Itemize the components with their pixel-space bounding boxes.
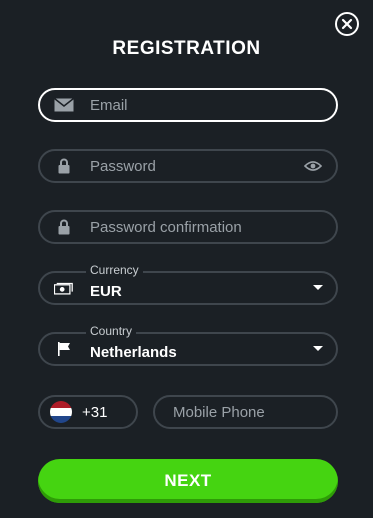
- chevron-down-icon: [312, 284, 324, 292]
- password-input[interactable]: [90, 157, 304, 175]
- country-value: Netherlands: [90, 343, 177, 361]
- money-icon: [54, 280, 74, 296]
- mobile-phone-input[interactable]: [155, 403, 336, 421]
- phone-code-select[interactable]: +31: [38, 395, 138, 429]
- email-field[interactable]: [38, 88, 338, 122]
- password-field[interactable]: [38, 149, 338, 183]
- netherlands-flag-icon: [50, 401, 72, 423]
- page-title: REGISTRATION: [112, 38, 261, 59]
- envelope-icon: [54, 97, 74, 113]
- currency-select[interactable]: Currency EUR: [38, 263, 338, 305]
- lock-icon: [54, 158, 74, 174]
- chevron-down-icon: [312, 345, 324, 353]
- flag-icon: [54, 341, 74, 357]
- mobile-phone-field[interactable]: [153, 395, 338, 429]
- close-icon: [341, 18, 353, 30]
- password-confirmation-input[interactable]: [90, 218, 336, 236]
- password-confirmation-field[interactable]: [38, 210, 338, 244]
- currency-label: Currency: [86, 263, 143, 277]
- close-button[interactable]: [335, 12, 359, 36]
- next-button[interactable]: NEXT: [38, 459, 338, 503]
- eye-icon[interactable]: [304, 160, 322, 172]
- phone-code-value: +31: [82, 403, 108, 421]
- email-input[interactable]: [90, 96, 336, 114]
- currency-value: EUR: [90, 282, 122, 300]
- country-select[interactable]: Country Netherlands: [38, 324, 338, 366]
- country-label: Country: [86, 324, 137, 338]
- lock-icon: [54, 219, 74, 235]
